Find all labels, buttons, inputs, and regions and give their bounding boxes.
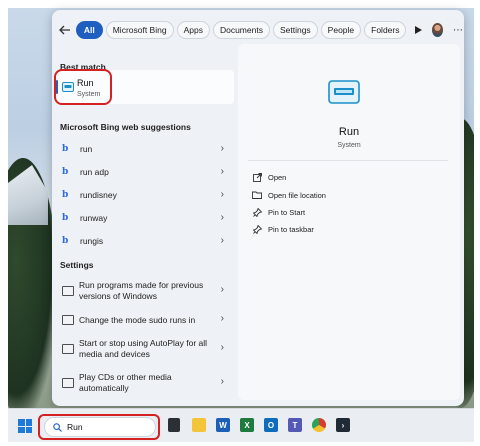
taskbar: Run W X O T › [8,408,474,442]
setting-play-cds[interactable]: Play CDs or other media automatically › [56,370,234,396]
action-pin-to-taskbar[interactable]: Pin to taskbar [252,224,314,234]
chevron-right-icon: › [220,376,224,387]
back-arrow-icon [59,25,70,35]
more-filters-button[interactable] [413,21,424,39]
search-panel: All Microsoft Bing Apps Documents Settin… [52,10,464,406]
filter-people[interactable]: People [320,21,362,39]
user-avatar[interactable] [432,23,444,37]
pin-icon [252,207,262,217]
chevron-right-icon: › [220,313,224,324]
selection-accent [56,80,58,94]
action-pin-to-start[interactable]: Pin to Start [252,207,305,217]
chevron-right-icon: › [220,342,224,353]
filter-folders[interactable]: Folders [364,21,407,39]
taskbar-search-box[interactable]: Run [44,417,156,437]
outlook-icon[interactable]: O [264,418,278,432]
web-suggestion-run-adp[interactable]: b run adp › [56,161,234,183]
windows-logo-tile [25,426,32,433]
chrome-icon[interactable] [312,418,326,432]
open-icon [252,172,262,182]
action-label: Open file location [268,190,326,200]
filter-microsoft-bing[interactable]: Microsoft Bing [105,21,174,39]
more-options-button[interactable]: ⋯ [453,25,464,36]
setting-label: Start or stop using AutoPlay for all med… [79,338,208,359]
windows-logo-tile [25,419,32,426]
chevron-right-icon: › [220,284,224,295]
windows-start-button[interactable] [18,419,32,433]
action-open-file-location[interactable]: Open file location [252,190,326,200]
suggestion-label: rungis [80,236,104,246]
suggestion-label: run adp [80,167,109,177]
teams-icon[interactable]: T [288,418,302,432]
setting-autoplay[interactable]: Start or stop using AutoPlay for all med… [56,336,234,362]
best-match-item[interactable]: Run System [56,70,234,104]
windows-logo-tile [18,419,25,426]
best-match-subtitle: System [77,91,101,98]
chevron-right-icon: › [220,143,224,154]
web-suggestion-rungis[interactable]: b rungis › [56,230,234,252]
word-icon[interactable]: W [216,418,230,432]
settings-window-icon [62,378,74,388]
action-open[interactable]: Open [252,172,286,182]
detail-divider [248,160,448,161]
setting-sudo-mode[interactable]: Change the mode sudo runs in › [56,312,234,328]
settings-window-icon [62,344,74,354]
terminal-icon[interactable]: › [336,418,350,432]
bing-icon: b [62,167,69,177]
run-app-icon [62,82,74,92]
settings-window-icon [62,286,74,296]
setting-label: Change the mode sudo runs in [79,314,196,325]
back-button[interactable] [58,21,72,39]
web-suggestions-heading: Microsoft Bing web suggestions [60,122,191,132]
search-icon [53,422,62,432]
detail-subtitle: System [337,142,361,149]
results-column: Best match Run System Microsoft Bing web… [52,50,236,406]
setting-label: Play CDs or other media automatically [79,372,172,393]
best-match-name: Run [77,78,94,88]
chevron-right-icon: › [220,212,224,223]
pin-icon [252,224,262,234]
filter-apps[interactable]: Apps [176,21,210,39]
bing-icon: b [62,236,69,246]
filter-all[interactable]: All [75,21,103,39]
excel-icon[interactable]: X [240,418,254,432]
chevron-right-icon: › [220,166,224,177]
settings-heading: Settings [60,260,94,270]
suggestion-label: run [80,144,93,154]
filter-settings[interactable]: Settings [272,21,318,39]
detail-pane: Run System Open Open file location Pin t [238,44,460,400]
web-suggestion-run[interactable]: b run › [56,138,234,160]
file-explorer-icon[interactable] [192,418,206,432]
chevron-right-icon: › [220,189,224,200]
play-icon [415,26,423,34]
bing-icon: b [62,213,69,223]
run-large-icon [328,80,360,104]
bing-icon: b [62,190,69,200]
action-label: Pin to taskbar [268,224,314,234]
detail-title: Run [338,126,360,138]
settings-window-icon [62,315,74,325]
filter-documents[interactable]: Documents [212,21,270,39]
setting-label: Run programs made for previous versions … [79,280,204,301]
folder-icon [252,190,262,200]
search-query-text: Run [67,422,83,432]
desktop-screen: All Microsoft Bing Apps Documents Settin… [0,0,480,446]
action-label: Pin to Start [268,207,306,217]
chevron-right-icon: › [220,235,224,246]
web-suggestion-rundisney[interactable]: b rundisney › [56,184,234,206]
setting-run-previous-versions[interactable]: Run programs made for previous versions … [56,278,234,304]
action-label: Open [268,172,287,182]
task-view-icon[interactable] [168,418,180,432]
windows-logo-tile [18,426,25,433]
web-suggestion-runway[interactable]: b runway › [56,207,234,229]
suggestion-label: rundisney [80,190,117,200]
bing-icon: b [62,144,69,154]
suggestion-label: runway [80,213,108,223]
